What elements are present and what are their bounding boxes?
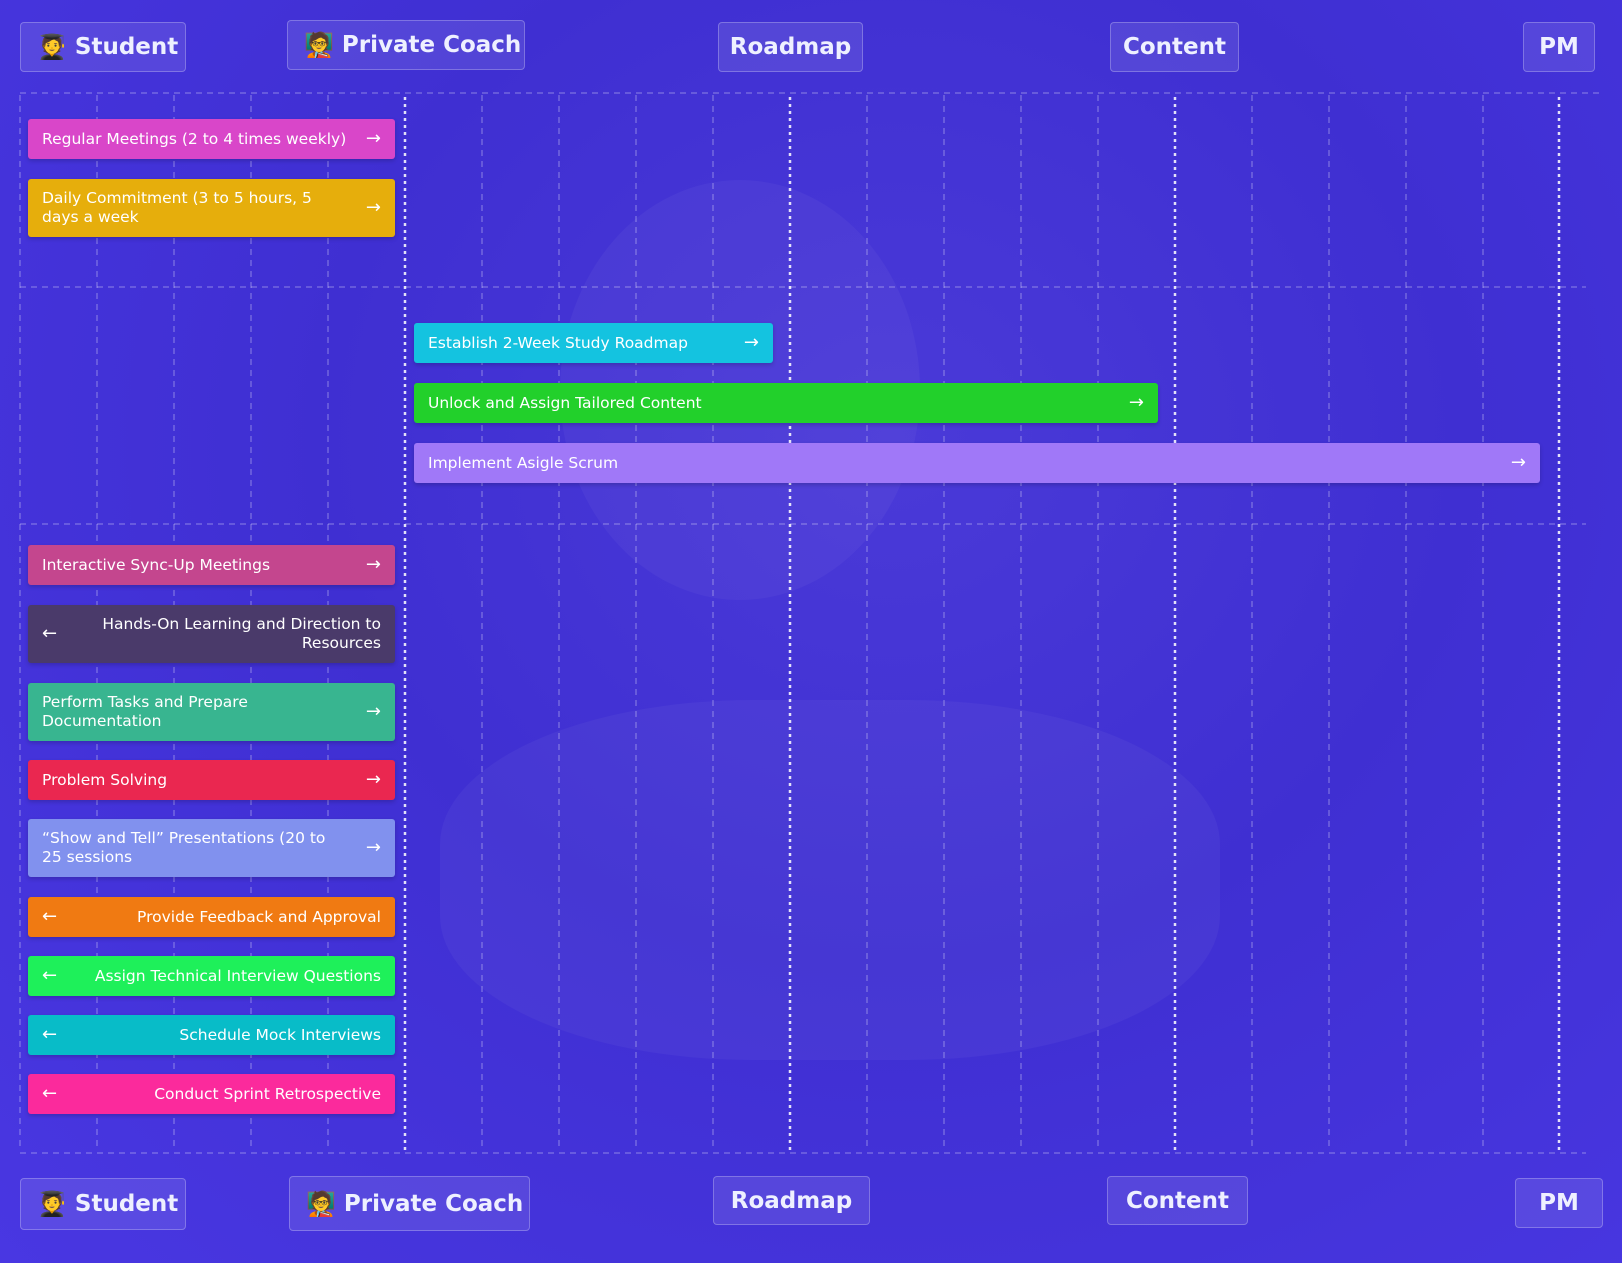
footer-coach-label: Private Coach xyxy=(343,1190,524,1217)
student-icon: 🧑‍🎓 xyxy=(37,33,67,61)
header-roadmap-label: Roadmap xyxy=(729,34,852,60)
step-daily-commitment: Daily Commitment (3 to 5 hours, 5 days a… xyxy=(28,179,395,237)
step-label: Establish 2-Week Study Roadmap xyxy=(428,333,688,352)
arrow-right-icon: → xyxy=(365,837,381,858)
diagram-canvas: 🧑‍🎓 Student 🧑‍🏫 Private Coach Roadmap Co… xyxy=(0,0,1622,1263)
footer-roadmap: Roadmap xyxy=(713,1176,870,1225)
arrow-right-icon: → xyxy=(365,128,381,149)
header-student: 🧑‍🎓 Student xyxy=(20,22,186,72)
footer-content-label: Content xyxy=(1125,1187,1230,1214)
arrow-right-icon: → xyxy=(365,769,381,790)
header-pm-label: PM xyxy=(1539,34,1579,60)
step-feedback: ← Provide Feedback and Approval xyxy=(28,897,395,937)
step-mock-interviews: ← Schedule Mock Interviews xyxy=(28,1015,395,1055)
step-retrospective: ← Conduct Sprint Retrospective xyxy=(28,1074,395,1114)
footer-student-label: Student xyxy=(74,1191,179,1217)
arrow-right-icon: → xyxy=(365,197,381,218)
footer-pm: PM xyxy=(1515,1178,1603,1228)
step-label: Provide Feedback and Approval xyxy=(137,907,381,926)
header-content: Content xyxy=(1110,22,1239,72)
step-label: Daily Commitment (3 to 5 hours, 5 days a… xyxy=(42,189,312,226)
step-show-and-tell: “Show and Tell” Presentations (20 to 25 … xyxy=(28,819,395,877)
header-coach-label: Private Coach xyxy=(341,32,522,58)
step-label: Interactive Sync-Up Meetings xyxy=(42,555,271,574)
header-roadmap: Roadmap xyxy=(718,22,863,72)
footer-student: 🧑‍🎓 Student xyxy=(20,1178,186,1230)
arrow-right-icon: → xyxy=(1510,452,1526,473)
arrow-left-icon: ← xyxy=(42,1083,58,1104)
footer-content: Content xyxy=(1107,1176,1248,1225)
step-label: Perform Tasks and Prepare Documentation xyxy=(42,693,248,730)
step-label: Schedule Mock Interviews xyxy=(179,1025,381,1044)
step-regular-meetings: Regular Meetings (2 to 4 times weekly) → xyxy=(28,119,395,159)
student-icon: 🧑‍🎓 xyxy=(37,1190,67,1218)
arrow-left-icon: ← xyxy=(42,623,58,644)
footer-roadmap-label: Roadmap xyxy=(730,1187,853,1214)
header-content-label: Content xyxy=(1122,34,1227,60)
footer-pm-label: PM xyxy=(1539,1190,1579,1216)
coach-icon: 🧑‍🏫 xyxy=(304,31,334,59)
step-unlock-content: Unlock and Assign Tailored Content → xyxy=(414,383,1158,423)
header-student-label: Student xyxy=(74,34,179,60)
arrow-left-icon: ← xyxy=(42,1024,58,1045)
arrow-right-icon: → xyxy=(365,701,381,722)
step-label: Regular Meetings (2 to 4 times weekly) xyxy=(42,129,347,148)
footer-coach: 🧑‍🏫 Private Coach xyxy=(289,1176,530,1231)
arrow-left-icon: ← xyxy=(42,965,58,986)
step-interview-questions: ← Assign Technical Interview Questions xyxy=(28,956,395,996)
step-label: Unlock and Assign Tailored Content xyxy=(428,393,702,412)
step-label: “Show and Tell” Presentations (20 to 25 … xyxy=(42,829,326,866)
arrow-right-icon: → xyxy=(1128,392,1144,413)
step-label: Problem Solving xyxy=(42,770,168,789)
step-hands-on: ← Hands-On Learning and Direction to Res… xyxy=(28,605,395,663)
step-establish-roadmap: Establish 2-Week Study Roadmap → xyxy=(414,323,773,363)
step-label: Conduct Sprint Retrospective xyxy=(154,1084,381,1103)
step-label: Implement Asigle Scrum xyxy=(428,453,619,472)
step-perform-tasks: Perform Tasks and Prepare Documentation … xyxy=(28,683,395,741)
backdrop-shape xyxy=(440,700,1220,1060)
step-label: Assign Technical Interview Questions xyxy=(94,966,381,985)
step-label: Hands-On Learning and Direction to Resou… xyxy=(102,615,381,652)
header-coach: 🧑‍🏫 Private Coach xyxy=(287,20,525,70)
arrow-left-icon: ← xyxy=(42,906,58,927)
step-sync-meetings: Interactive Sync-Up Meetings → xyxy=(28,545,395,585)
step-problem-solving: Problem Solving → xyxy=(28,760,395,800)
step-implement-scrum: Implement Asigle Scrum → xyxy=(414,443,1540,483)
arrow-right-icon: → xyxy=(365,554,381,575)
coach-icon: 🧑‍🏫 xyxy=(306,1189,336,1218)
arrow-right-icon: → xyxy=(743,332,759,353)
header-pm: PM xyxy=(1523,22,1595,72)
